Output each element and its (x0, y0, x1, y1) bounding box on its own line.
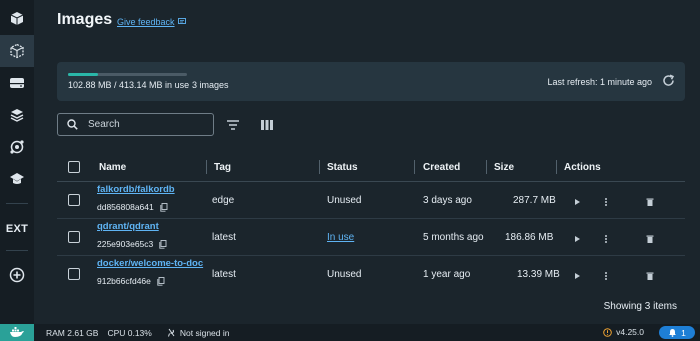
copy-icon[interactable] (159, 239, 167, 249)
column-header-tag[interactable]: Tag (214, 162, 231, 173)
bell-icon (669, 329, 677, 337)
items-count: Showing 3 items (603, 301, 677, 312)
column-header-actions: Actions (564, 162, 601, 173)
notification-count: 1 (681, 327, 686, 338)
docker-whale-icon[interactable] (0, 324, 34, 341)
delete-icon[interactable] (645, 268, 655, 286)
image-status: Unused (327, 195, 362, 206)
table-row[interactable]: qdrant/qdrant 225e903e65c3 latest In use… (57, 219, 685, 256)
images-count: 3 images (192, 80, 229, 90)
version-info[interactable]: v4.25.0 (603, 327, 644, 337)
sidebar: EXT (0, 0, 34, 324)
image-tag: latest (212, 232, 236, 243)
row-checkbox[interactable] (68, 268, 80, 280)
extensions-label[interactable]: EXT (0, 214, 34, 244)
image-name-link[interactable]: docker/welcome-to-doc (97, 258, 209, 269)
usage-progress-fill (68, 73, 98, 76)
volumes-icon[interactable] (0, 67, 34, 99)
image-id-text: dd856808a641 (97, 202, 154, 212)
learning-icon[interactable] (0, 163, 34, 195)
not-signed-in-icon (167, 328, 175, 337)
delete-icon[interactable] (645, 231, 655, 249)
sidebar-divider (6, 250, 28, 251)
image-status-link[interactable]: In use (327, 232, 354, 243)
image-tag: latest (212, 269, 236, 280)
column-separator (206, 160, 207, 174)
image-created: 5 months ago (423, 232, 484, 243)
row-checkbox[interactable] (68, 194, 80, 206)
status-bar: RAM 2.61 GB CPU 0.13% Not signed in v4.2… (0, 324, 700, 341)
warning-icon (603, 327, 612, 337)
refresh-icon[interactable] (662, 74, 675, 92)
image-id-text: 912b66cfd46e (97, 276, 151, 286)
page-title: Images (57, 11, 113, 28)
usage-text: 102.88 MB / 413.14 MB in use (68, 80, 190, 90)
run-icon[interactable] (572, 194, 582, 212)
column-separator (319, 160, 320, 174)
disk-usage-card: 102.88 MB / 413.14 MB in use 3 images La… (57, 62, 685, 101)
more-options-icon[interactable] (601, 231, 611, 249)
usage-progress-bar (68, 73, 187, 76)
image-created: 1 year ago (423, 269, 471, 280)
image-id: dd856808a641 (97, 202, 168, 212)
column-header-size[interactable]: Size (494, 162, 514, 173)
notifications-button[interactable]: 1 (659, 326, 695, 339)
main-content: Images Give feedback 102.88 MB / 413.14 … (34, 0, 700, 324)
run-icon[interactable] (572, 231, 582, 249)
image-size: 13.39 MB (517, 269, 560, 280)
image-tag: edge (212, 195, 235, 206)
ram-usage: RAM 2.61 GB (46, 327, 99, 338)
column-separator (414, 160, 415, 174)
table-row[interactable]: falkordb/falkordb dd856808a641 edge Unus… (57, 182, 685, 219)
last-refresh-text: Last refresh: 1 minute ago (547, 77, 652, 87)
image-id: 912b66cfd46e (97, 276, 165, 286)
search-box[interactable] (57, 113, 214, 136)
run-icon[interactable] (572, 268, 582, 286)
select-all-checkbox[interactable] (68, 161, 80, 173)
copy-icon[interactable] (160, 202, 168, 212)
copy-icon[interactable] (157, 276, 165, 286)
more-options-icon[interactable] (601, 194, 611, 212)
more-options-icon[interactable] (601, 268, 611, 286)
column-header-created[interactable]: Created (423, 162, 460, 173)
column-separator (486, 160, 487, 174)
columns-icon[interactable] (260, 118, 274, 136)
image-id: 225e903e65c3 (97, 239, 167, 249)
search-icon (67, 119, 78, 130)
row-checkbox[interactable] (68, 231, 80, 243)
cpu-usage: CPU 0.13% (107, 327, 152, 338)
column-header-status[interactable]: Status (327, 162, 358, 173)
image-status: Unused (327, 269, 362, 280)
add-extension-icon[interactable] (0, 259, 34, 291)
image-size: 287.7 MB (513, 195, 556, 206)
column-header-name[interactable]: Name (99, 162, 126, 173)
images-table: Name Tag Status Created Size Actions fal… (57, 152, 685, 293)
feedback-icon (177, 18, 186, 24)
sidebar-divider (6, 203, 28, 204)
scout-icon[interactable] (0, 131, 34, 163)
image-name-link[interactable]: falkordb/falkordb (97, 184, 209, 195)
delete-icon[interactable] (645, 194, 655, 212)
filter-icon[interactable] (226, 118, 240, 136)
image-name-link[interactable]: qdrant/qdrant (97, 221, 209, 232)
version-label: v4.25.0 (616, 327, 644, 337)
table-row[interactable]: docker/welcome-to-doc 912b66cfd46e lates… (57, 256, 685, 293)
sign-in-status[interactable]: Not signed in (167, 327, 230, 338)
table-header: Name Tag Status Created Size Actions (57, 152, 685, 182)
containers-icon[interactable] (0, 3, 34, 35)
give-feedback-link[interactable]: Give feedback (117, 17, 187, 27)
search-input[interactable] (88, 119, 198, 130)
give-feedback-label[interactable]: Give feedback (117, 17, 175, 27)
image-size: 186.86 MB (505, 232, 554, 243)
image-id-text: 225e903e65c3 (97, 239, 154, 249)
sign-in-label: Not signed in (179, 327, 230, 338)
images-icon[interactable] (0, 35, 34, 67)
column-separator (556, 160, 557, 174)
image-created: 3 days ago (423, 195, 472, 206)
builds-icon[interactable] (0, 99, 34, 131)
